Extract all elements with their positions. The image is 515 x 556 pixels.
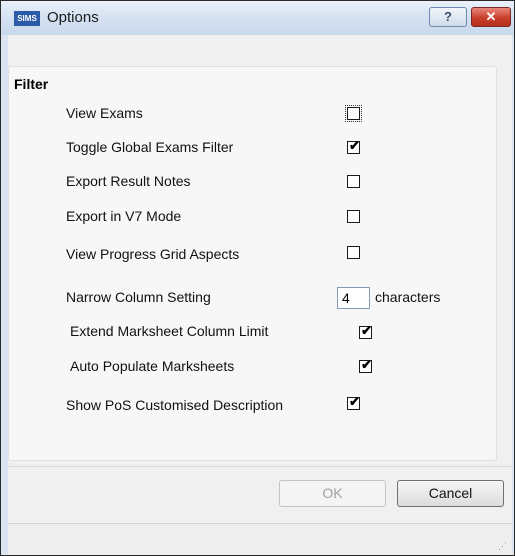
checkbox-export-result-notes[interactable]	[347, 175, 360, 188]
cancel-button[interactable]: Cancel	[397, 480, 504, 507]
checkbox-view-progress-grid-aspects[interactable]	[347, 246, 360, 259]
checkbox-show-pos-customised-description[interactable]: ✔	[347, 394, 360, 410]
button-separator	[8, 466, 512, 467]
checkbox-toggle-global-exams-filter[interactable]: ✔	[347, 138, 360, 154]
sims-app-icon: SIMS	[14, 11, 40, 26]
check-icon: ✔	[349, 394, 360, 409]
filter-group-title: Filter	[14, 76, 49, 92]
option-label-toggle-global-exams-filter: Toggle Global Exams Filter	[66, 139, 234, 155]
option-label-narrow-column-setting: Narrow Column Setting	[66, 289, 211, 305]
option-label-show-pos-customised-description: Show PoS Customised Description	[66, 397, 284, 413]
option-label-view-exams: View Exams	[66, 105, 143, 121]
help-button[interactable]: ?	[429, 7, 467, 27]
ok-button[interactable]: OK	[279, 480, 386, 507]
narrow-column-suffix: characters	[375, 289, 441, 305]
checkbox-view-exams[interactable]	[345, 105, 362, 122]
checkbox-extend-marksheet-column-limit[interactable]: ✔	[359, 323, 372, 339]
check-icon: ✔	[361, 357, 372, 372]
check-icon: ✔	[349, 138, 360, 153]
option-label-extend-marksheet-column-limit: Extend Marksheet Column Limit	[70, 323, 269, 339]
resize-grip-icon[interactable]: ⋰	[498, 541, 508, 551]
option-label-view-progress-grid-aspects: View Progress Grid Aspects	[66, 246, 240, 262]
close-icon: ✕	[485, 9, 497, 24]
title-bar[interactable]: SIMS Options ? ✕	[1, 1, 514, 35]
check-icon: ✔	[361, 323, 372, 338]
narrow-column-input[interactable]	[337, 287, 370, 309]
close-button[interactable]: ✕	[471, 7, 511, 27]
window-title: Options	[47, 9, 99, 26]
status-bar: ⋰	[8, 523, 512, 555]
option-label-auto-populate-marksheets: Auto Populate Marksheets	[70, 358, 235, 374]
option-label-export-in-v7-mode: Export in V7 Mode	[66, 208, 182, 224]
option-label-export-result-notes: Export Result Notes	[66, 173, 191, 189]
checkbox-auto-populate-marksheets[interactable]: ✔	[359, 357, 372, 373]
checkbox-export-in-v7-mode[interactable]	[347, 210, 360, 223]
